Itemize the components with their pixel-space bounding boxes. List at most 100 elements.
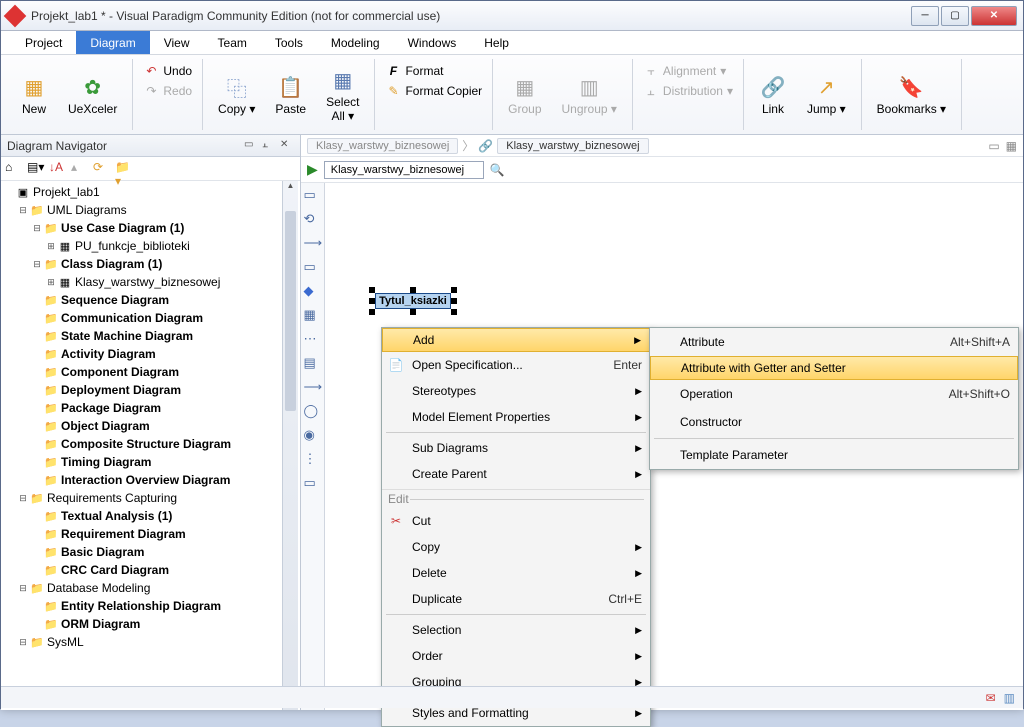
play-icon[interactable]: ▶ — [307, 161, 318, 178]
nav-refresh-icon[interactable]: ⟳ — [93, 160, 111, 178]
status-note-icon[interactable]: ▥ — [1004, 691, 1015, 705]
tree-package[interactable]: 📁Package Diagram — [3, 399, 298, 417]
layout-icon-1[interactable]: ▭ — [988, 139, 999, 153]
tool-13-icon[interactable]: ▭ — [304, 475, 322, 493]
close-button[interactable]: ✕ — [971, 6, 1017, 26]
layout-icon-2[interactable]: ▦ — [1006, 139, 1017, 153]
tree-uml[interactable]: ⊟📁UML Diagrams — [3, 201, 298, 219]
group-button[interactable]: ▦Group — [501, 71, 548, 119]
alignment-button[interactable]: ⫟Alignment ▾ — [641, 61, 735, 81]
tool-3-icon[interactable]: ⟶ — [304, 235, 322, 253]
tree-klasy[interactable]: ⊞▦Klasy_warstwy_biznesowej — [3, 273, 298, 291]
bookmarks-button[interactable]: 🔖Bookmarks ▾ — [870, 71, 953, 119]
nav-folder-icon[interactable]: 📁▾ — [115, 160, 133, 178]
format-button[interactable]: FFormat — [383, 61, 484, 81]
nav-sort-icon[interactable]: ↓A — [49, 160, 67, 178]
ctx-cut[interactable]: ✂Cut — [382, 508, 650, 534]
tree-timing[interactable]: 📁Timing Diagram — [3, 453, 298, 471]
menu-help[interactable]: Help — [470, 31, 523, 54]
scroll-up-icon[interactable]: ▲ — [283, 181, 298, 197]
ctx-open-spec[interactable]: 📄Open Specification...Enter — [382, 352, 650, 378]
uml-class-shape[interactable]: Tytul_ksiazki — [375, 293, 451, 309]
ctx-sub-diagrams[interactable]: Sub Diagrams▶ — [382, 435, 650, 461]
nav-up-icon[interactable]: ▴ — [71, 160, 89, 178]
link-button[interactable]: 🔗Link — [752, 71, 794, 119]
tree-textual[interactable]: 📁Textual Analysis (1) — [3, 507, 298, 525]
distribution-button[interactable]: ⫠Distribution ▾ — [641, 81, 735, 101]
tree-composite[interactable]: 📁Composite Structure Diagram — [3, 435, 298, 453]
tree-statemachine[interactable]: 📁State Machine Diagram — [3, 327, 298, 345]
tool-11-icon[interactable]: ◉ — [304, 427, 322, 445]
cursor-tool-icon[interactable]: ▭ — [304, 187, 322, 205]
menu-modeling[interactable]: Modeling — [317, 31, 394, 54]
uexceler-button[interactable]: ✿UeXceler — [61, 71, 124, 119]
tree-crc[interactable]: 📁CRC Card Diagram — [3, 561, 298, 579]
nav-new-icon[interactable]: ▤▾ — [27, 160, 45, 178]
tree-deployment[interactable]: 📁Deployment Diagram — [3, 381, 298, 399]
format-copier-button[interactable]: ✎Format Copier — [383, 81, 484, 101]
ctx-stereotypes[interactable]: Stereotypes▶ — [382, 378, 650, 404]
tree-classd[interactable]: ⊟📁Class Diagram (1) — [3, 255, 298, 273]
ctx-delete[interactable]: Delete▶ — [382, 560, 650, 586]
ctx-create-parent[interactable]: Create Parent▶ — [382, 461, 650, 487]
ctx-model-props[interactable]: Model Element Properties▶ — [382, 404, 650, 430]
tree-orm[interactable]: 📁ORM Diagram — [3, 615, 298, 633]
select-all-button[interactable]: ▦Select All ▾ — [319, 64, 366, 126]
nav-restore-icon[interactable]: ▭ — [244, 139, 258, 153]
tool-7-icon[interactable]: ⋯ — [304, 331, 322, 349]
nav-home-icon[interactable]: ⌂ — [5, 160, 23, 178]
new-button[interactable]: ▦New — [13, 71, 55, 119]
tree-activity[interactable]: 📁Activity Diagram — [3, 345, 298, 363]
tree-usecase[interactable]: ⊟📁Use Case Diagram (1) — [3, 219, 298, 237]
tree-interaction[interactable]: 📁Interaction Overview Diagram — [3, 471, 298, 489]
tree-pu[interactable]: ⊞▦PU_funkcje_biblioteki — [3, 237, 298, 255]
tree-communication[interactable]: 📁Communication Diagram — [3, 309, 298, 327]
menu-project[interactable]: Project — [11, 31, 76, 54]
tree-root[interactable]: ▣Projekt_lab1 — [3, 183, 298, 201]
tree-db[interactable]: ⊟📁Database Modeling — [3, 579, 298, 597]
tool-10-icon[interactable]: ◯ — [304, 403, 322, 421]
paste-button[interactable]: 📋Paste — [268, 71, 313, 119]
minimize-button[interactable]: ─ — [911, 6, 939, 26]
ctx-selection[interactable]: Selection▶ — [382, 617, 650, 643]
redo-button[interactable]: ↷Redo — [141, 81, 194, 101]
tree-basic[interactable]: 📁Basic Diagram — [3, 543, 298, 561]
ctx-copy[interactable]: Copy▶ — [382, 534, 650, 560]
status-mail-icon[interactable]: ✉ — [986, 691, 996, 705]
tree-sequence[interactable]: 📁Sequence Diagram — [3, 291, 298, 309]
nav-pin-icon[interactable]: ⫠ — [262, 139, 276, 153]
menu-windows[interactable]: Windows — [394, 31, 471, 54]
tool-4-icon[interactable]: ▭ — [304, 259, 322, 277]
tool-9-icon[interactable]: ⟶ — [304, 379, 322, 397]
tree-component[interactable]: 📁Component Diagram — [3, 363, 298, 381]
copy-button[interactable]: ⿻Copy ▾ — [211, 71, 262, 119]
menu-view[interactable]: View — [150, 31, 204, 54]
tree-object[interactable]: 📁Object Diagram — [3, 417, 298, 435]
undo-button[interactable]: ↶Undo — [141, 61, 194, 81]
scroll-thumb[interactable] — [285, 211, 296, 411]
nav-close-icon[interactable]: ✕ — [280, 139, 294, 153]
menu-team[interactable]: Team — [204, 31, 261, 54]
tool-2-icon[interactable]: ⟲ — [304, 211, 322, 229]
sub-constructor[interactable]: Constructor — [650, 408, 1018, 436]
sub-template[interactable]: Template Parameter — [650, 441, 1018, 469]
tree-reqd[interactable]: 📁Requirement Diagram — [3, 525, 298, 543]
tool-5-icon[interactable]: ◆ — [304, 283, 322, 301]
jump-button[interactable]: ↗Jump ▾ — [800, 71, 853, 119]
menu-diagram[interactable]: Diagram — [76, 31, 149, 54]
tool-6-icon[interactable]: ▦ — [304, 307, 322, 325]
tree-erd[interactable]: 📁Entity Relationship Diagram — [3, 597, 298, 615]
ungroup-button[interactable]: ▥Ungroup ▾ — [555, 71, 624, 119]
diagram-name-input[interactable] — [324, 161, 484, 179]
tool-12-icon[interactable]: ⋮ — [304, 451, 322, 469]
breadcrumb-item-current[interactable]: Klasy_warstwy_biznesowej — [497, 138, 648, 154]
sub-operation[interactable]: OperationAlt+Shift+O — [650, 380, 1018, 408]
ctx-add[interactable]: Add▶ — [382, 328, 650, 352]
search-icon[interactable]: 🔍 — [490, 163, 505, 177]
sub-attribute[interactable]: AttributeAlt+Shift+A — [650, 328, 1018, 356]
menu-tools[interactable]: Tools — [261, 31, 317, 54]
tree-sysml[interactable]: ⊟📁SysML — [3, 633, 298, 651]
ctx-duplicate[interactable]: DuplicateCtrl+E — [382, 586, 650, 612]
tool-8-icon[interactable]: ▤ — [304, 355, 322, 373]
navigator-scrollbar[interactable]: ▲ ▼ — [282, 181, 298, 710]
